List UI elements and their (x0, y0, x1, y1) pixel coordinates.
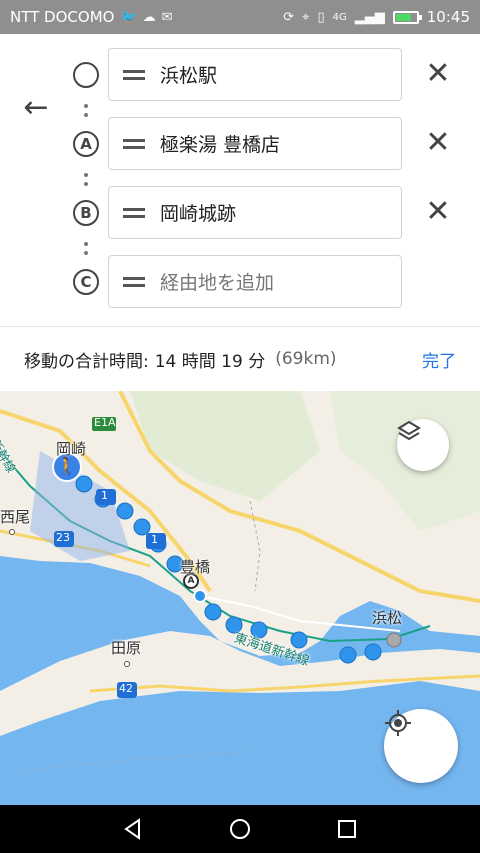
stop-row-b: B 岡崎城跡 ✕ (0, 186, 480, 240)
route-dot (75, 475, 93, 493)
location-icon: ⌖ (302, 9, 310, 25)
city-dot (9, 529, 15, 535)
add-stop-field[interactable]: 経由地を追加 (108, 255, 402, 308)
stop-b-field[interactable]: 岡崎城跡 (108, 186, 402, 239)
route-dot (133, 518, 151, 536)
route-dot (204, 603, 222, 621)
map-label-nishio: 西尾 (0, 508, 31, 526)
origin-dot (386, 632, 402, 648)
system-nav-bar (0, 805, 480, 853)
route-dot (364, 643, 382, 661)
stop-a-field[interactable]: 極楽湯 豊橋店 (108, 117, 402, 170)
route-shield-1a: 1 (101, 489, 108, 502)
origin-value: 浜松駅 (160, 65, 218, 87)
marker-a-icon: A (73, 131, 99, 157)
stop-b-value: 岡崎城跡 (160, 203, 237, 225)
home-circle-icon[interactable] (228, 817, 252, 841)
stop-row-c: C 経由地を追加 (0, 255, 480, 309)
drag-handle-icon[interactable] (123, 138, 145, 150)
marker-c-icon: C (73, 269, 99, 295)
route-shield-42: 42 (119, 682, 133, 695)
notification-icon: ✉ (161, 9, 173, 25)
recents-square-icon[interactable] (335, 817, 359, 841)
origin-field[interactable]: 浜松駅 (108, 48, 402, 101)
crosshair-icon (385, 710, 411, 736)
carrier-name: NTT DOCOMO (10, 8, 115, 26)
map-label-toyohashi: 豊橋 (180, 558, 211, 576)
route-dot (116, 502, 134, 520)
add-stop-placeholder: 経由地を追加 (160, 272, 275, 294)
cloud-icon: ☁ (142, 9, 156, 25)
clock: 10:45 (426, 8, 470, 26)
route-shield-e1a: E1A (94, 416, 116, 429)
origin-circle-icon (73, 62, 99, 88)
my-location-button[interactable] (384, 709, 458, 783)
marker-b-icon: B (73, 200, 99, 226)
status-bar: NTT DOCOMO 🐦 ☁ ✉ ⟳ ⌖ ▯ 4G ▂▄▆ 10:45 (0, 0, 480, 34)
twitter-icon: 🐦 (120, 9, 137, 25)
city-dot (124, 661, 130, 667)
done-button[interactable]: 完了 (422, 347, 456, 372)
route-dot (193, 589, 207, 603)
route-summary: 移動の合計時間: 14 時間 19 分 (69km) 完了 (0, 326, 480, 391)
map-label-okazaki: 岡崎 (56, 440, 87, 458)
stop-a-value: 極楽湯 豊橋店 (160, 134, 281, 156)
layers-button[interactable] (397, 419, 449, 471)
remove-stop-b-close-icon[interactable]: ✕ (424, 196, 452, 228)
signal-icon: ▂▄▆ (354, 9, 385, 25)
layers-icon (397, 420, 421, 441)
vibrate-icon: ▯ (317, 9, 325, 25)
stop-row-origin: 浜松駅 ✕ (0, 48, 480, 102)
back-triangle-icon[interactable] (121, 817, 145, 841)
route-shield-1b: 1 (151, 533, 158, 546)
drag-handle-icon[interactable] (123, 207, 145, 219)
total-distance: (69km) (275, 349, 337, 369)
map-view[interactable]: 1 1 23 42 E1A 🚶 A 岡崎 西尾 豊橋 田原 浜松 東海道新幹線 … (0, 391, 480, 805)
drag-handle-icon[interactable] (123, 69, 145, 81)
drag-handle-icon[interactable] (123, 276, 145, 288)
total-time-value: 14 時間 19 分 (154, 351, 266, 372)
map-label-tahara: 田原 (111, 639, 142, 657)
sync-icon: ⟳ (283, 9, 295, 25)
stop-row-a: A 極楽湯 豊橋店 ✕ (0, 117, 480, 171)
map-label-hamamatsu: 浜松 (372, 609, 403, 627)
route-dot (339, 646, 357, 664)
network-type: 4G (332, 11, 347, 23)
remove-origin-close-icon[interactable]: ✕ (424, 58, 452, 90)
route-shield-23: 23 (56, 531, 70, 544)
remove-stop-a-close-icon[interactable]: ✕ (424, 127, 452, 159)
total-time-label: 移動の合計時間: (24, 351, 149, 372)
battery-icon (392, 10, 422, 24)
directions-panel: ← 浜松駅 ✕ A 極楽湯 豊橋店 ✕ B 岡崎城跡 ✕ C 経由地を追加 移動… (0, 34, 480, 391)
